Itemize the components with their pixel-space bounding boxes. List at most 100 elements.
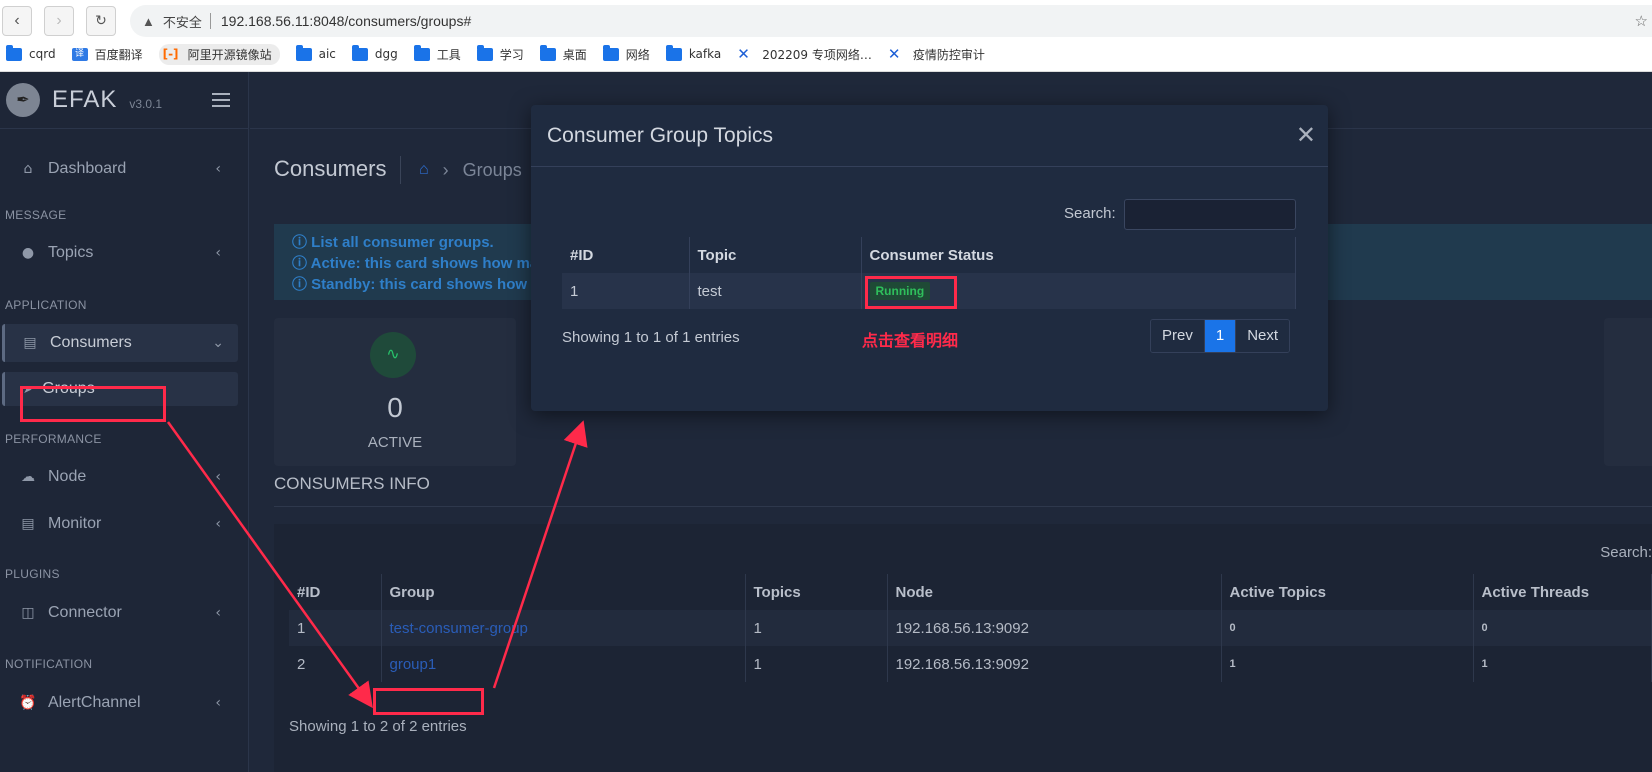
folder-icon (351, 44, 368, 61)
translate-icon: 译 (71, 47, 88, 61)
bookmark-item[interactable]: dgg (351, 44, 398, 61)
bookmark-item[interactable]: aic (295, 44, 336, 61)
info-icon: ⓘ (292, 255, 311, 272)
sidebar-item-dashboard[interactable]: ⌂ Dashboard ‹ (0, 150, 249, 188)
bookmark-item[interactable]: ✕ 疫情防控审计 (888, 46, 985, 63)
bookmark-label: 网络 (625, 47, 650, 62)
section-title: CONSUMERS INFO (274, 474, 430, 493)
cell-id: 1 (289, 610, 382, 646)
chevron-left-icon: ‹ (215, 605, 221, 621)
confluence-icon: ✕ (737, 44, 750, 63)
bookmark-item[interactable]: 译百度翻译 (71, 46, 143, 63)
search-label: Search: (1064, 205, 1116, 222)
bookmark-label: 阿里开源镜像站 (187, 47, 272, 62)
alarm-clock-icon: ⏰ (19, 695, 37, 711)
star-icon[interactable]: ☆ (1635, 12, 1648, 30)
column-header[interactable]: Active Threads (1473, 574, 1652, 610)
annotation-box-groups (20, 386, 166, 422)
folder-icon (476, 44, 493, 61)
sidebar-item-consumers[interactable]: ▤ Consumers ⌄ (2, 324, 238, 362)
cell-topics: 1 (745, 610, 888, 646)
close-icon[interactable]: ✕ (1296, 121, 1316, 149)
consumers-table: #ID Group Topics Node Active Topics Acti… (289, 574, 1652, 682)
plug-icon: ◫ (21, 605, 35, 621)
sidebar: ✒ EFAK v3.0.1 ⌂ Dashboard ‹ MESSAGE ● To… (0, 72, 249, 772)
address-bar[interactable]: ▲ 不安全 192.168.56.11:8048/consumers/group… (130, 5, 1652, 37)
divider (209, 13, 211, 29)
back-button[interactable]: ‹ (2, 6, 32, 36)
brand: ✒ EFAK v3.0.1 (0, 72, 248, 129)
page-title: Consumers (274, 156, 387, 181)
page-1-button[interactable]: 1 (1204, 320, 1236, 352)
droplet-icon: ● (21, 245, 35, 261)
breadcrumb: ⌂ › Groups (400, 156, 522, 184)
next-button[interactable]: Next (1235, 320, 1290, 352)
bookmark-item[interactable]: kafka (665, 44, 721, 61)
table-row: 1 test-consumer-group 1 192.168.56.13:90… (289, 610, 1652, 646)
feather-logo-icon: ✒ (6, 83, 40, 117)
folder-icon (295, 44, 312, 61)
folder-icon (665, 44, 682, 61)
prev-button[interactable]: Prev (1151, 320, 1205, 352)
bookmark-item[interactable]: cqrd (6, 44, 56, 61)
reload-button[interactable]: ↻ (86, 6, 116, 36)
group-link[interactable]: group1 (381, 646, 746, 682)
cell-active-threads: 1 (1473, 646, 1652, 682)
search-input[interactable] (1124, 199, 1296, 230)
search-label: Search: (1600, 544, 1652, 561)
bookmark-item[interactable]: ✕ 202209 专项网络… (737, 46, 872, 63)
entries-info: Showing 1 to 1 of 1 entries (562, 329, 740, 346)
sidebar-item-connector[interactable]: ◫ Connector ‹ (0, 594, 249, 632)
bookmarks-bar: cqrd 译百度翻译 [-] 阿里开源镜像站 aic dgg 工具 学习 桌面 网… (0, 42, 1001, 66)
bookmark-item[interactable]: 学习 (476, 44, 524, 63)
sidebar-item-label: AlertChannel (48, 694, 141, 711)
column-header[interactable]: Node (887, 574, 1222, 610)
column-header[interactable]: Topics (745, 574, 888, 610)
forward-button[interactable]: › (44, 6, 74, 36)
column-header[interactable]: #ID (289, 574, 382, 610)
column-header[interactable]: Group (381, 574, 746, 610)
sidebar-item-monitor[interactable]: ▤ Monitor ‹ (0, 505, 249, 543)
column-header[interactable]: Consumer Status (861, 237, 1296, 273)
group-link[interactable]: test-consumer-group (381, 610, 746, 646)
heartbeat-icon: ∿ (370, 332, 416, 378)
chevron-right-icon: › (442, 159, 449, 180)
folder-icon (6, 44, 22, 61)
sidebar-item-alertchannel[interactable]: ⏰ AlertChannel ‹ (0, 684, 249, 722)
chevron-left-icon: ‹ (215, 516, 221, 532)
cell-node: 192.168.56.13:9092 (887, 646, 1222, 682)
sidebar-item-label: Topics (48, 244, 94, 261)
bookmark-item[interactable]: 工具 (413, 44, 461, 63)
chevron-down-icon: ⌄ (212, 335, 224, 351)
cell-active-topics: 0 (1221, 610, 1474, 646)
column-header[interactable]: Active Topics (1221, 574, 1474, 610)
cell-active-threads: 0 (1473, 610, 1652, 646)
consumers-table-panel: Search: #ID Group Topics Node Active Top… (274, 524, 1652, 772)
folder-icon (602, 44, 619, 61)
info-icon: ⓘ (292, 276, 312, 293)
sidebar-item-label: Dashboard (48, 160, 127, 177)
bookmark-item[interactable]: 网络 (602, 44, 650, 63)
sidebar-item-node[interactable]: ☁ Node ‹ (0, 458, 249, 496)
bookmark-label: 疫情防控审计 (912, 47, 985, 62)
divider (274, 506, 1652, 507)
info-icon: ⓘ (292, 234, 312, 251)
hamburger-menu-icon[interactable] (212, 93, 230, 107)
cell-topic: test (689, 273, 862, 309)
info-text: Active: this card shows how ma (310, 255, 539, 272)
column-header[interactable]: Topic (689, 237, 862, 273)
cell-active-topics: 1 (1221, 646, 1474, 682)
sidebar-item-topics[interactable]: ● Topics ‹ (0, 234, 249, 272)
home-icon[interactable]: ⌂ (419, 161, 429, 179)
bookmark-item[interactable]: [-] 阿里开源镜像站 (158, 43, 280, 65)
bookmark-label: 工具 (436, 47, 461, 62)
bookmark-item[interactable]: 桌面 (539, 44, 587, 63)
annotation-box-running (865, 276, 957, 309)
chevron-left-icon: ‹ (215, 161, 221, 177)
section-label: PERFORMANCE (5, 432, 102, 446)
section-label: PLUGINS (5, 567, 60, 581)
column-header[interactable]: #ID (562, 237, 690, 273)
annotation-note: 点击查看明细 (862, 331, 959, 350)
active-card: ∿ 0 ACTIVE (274, 318, 516, 466)
chevron-left-icon: ‹ (215, 695, 221, 711)
